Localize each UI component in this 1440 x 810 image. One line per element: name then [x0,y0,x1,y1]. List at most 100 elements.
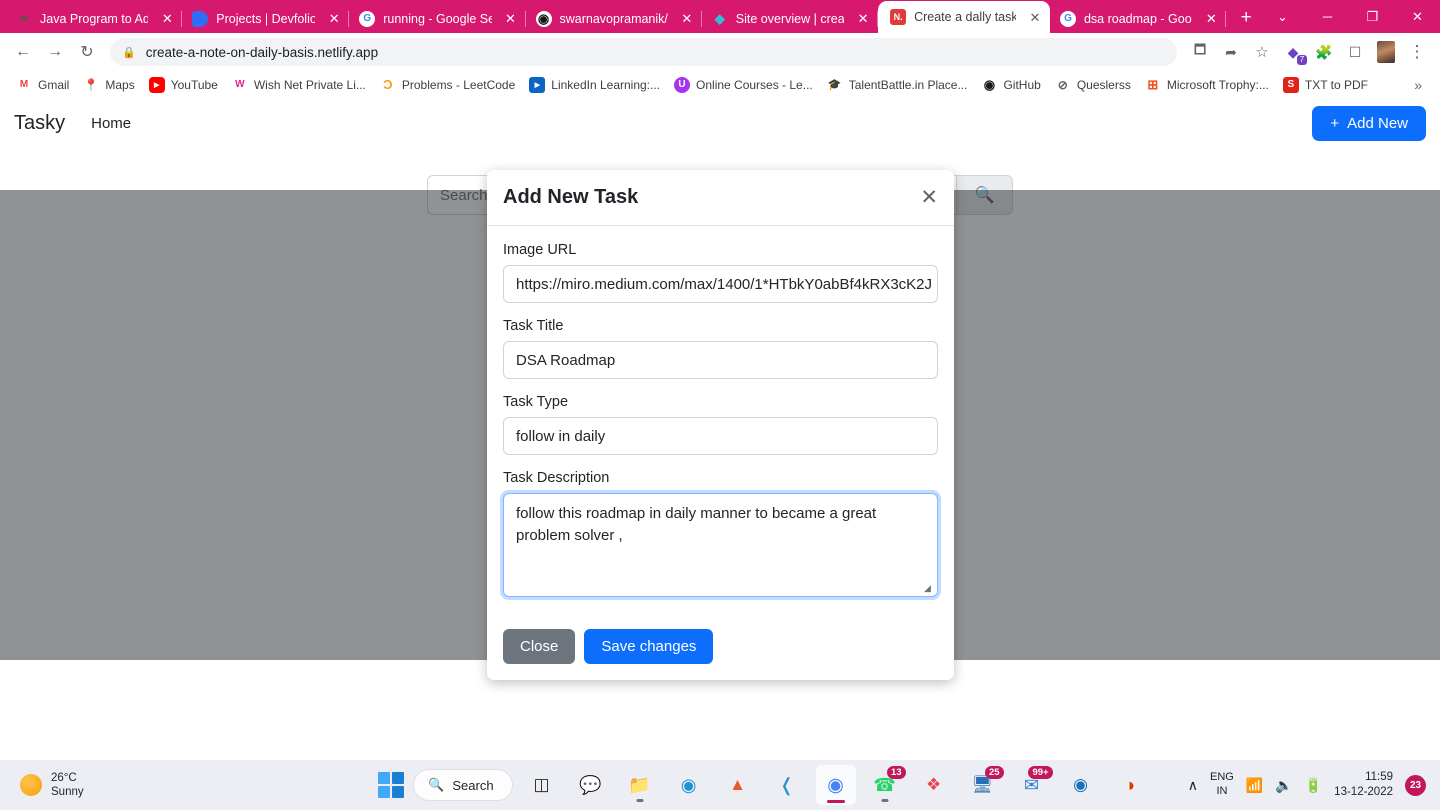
task-description-label: Task Description [503,470,610,486]
linkedin-learning-icon: ▶ [529,76,546,93]
bookmark-item[interactable]: ◉ GitHub [975,74,1046,96]
java-icon: ∞ [20,12,28,25]
bookmark-item[interactable]: Ɔ Problems - LeetCode [374,74,521,96]
vs-code-icon[interactable]: ❬ [767,765,807,805]
tab-close-icon[interactable]: ✕ [502,10,520,28]
whatsapp-icon[interactable]: ☎ 13 [865,765,906,805]
chat-teams-icon[interactable]: 💬 [571,765,611,805]
weather-temperature: 26°C [51,771,77,784]
microsoft-edge-icon[interactable]: ◉ [669,765,709,805]
browser-tab[interactable]: ◆ Site overview | create ✕ [702,4,879,33]
bookmarks-overflow-icon[interactable]: » [1406,77,1430,93]
maximize-button[interactable]: ❐ [1350,0,1395,33]
puzzle-icon[interactable]: 🧩 [1309,37,1339,67]
bookmark-label: Microsoft Trophy:... [1166,77,1269,92]
google-chrome-icon[interactable]: ◉ [815,765,856,805]
close-button[interactable]: Close [503,629,576,664]
bookmark-item[interactable]: U Online Courses - Le... [668,74,819,96]
resize-grip-icon[interactable]: ◢ [924,584,934,594]
window-controls: ⌄ ─ ❐ ✕ [1260,0,1440,33]
forward-icon[interactable]: → [40,37,70,67]
tab-close-icon[interactable]: ✕ [1202,10,1220,28]
office-icon[interactable]: ◑ [1110,765,1150,805]
bookmark-item[interactable]: S TXT to PDF [1277,74,1374,96]
tab-close-icon[interactable]: ✕ [158,10,176,28]
browser-tab[interactable]: Projects | Devfolio ✕ [182,4,350,33]
whatsapp-badge: 13 [887,766,906,779]
back-icon[interactable]: ← [8,37,38,67]
bookmark-item[interactable]: ⊘ Queslerss [1049,74,1137,96]
browser-tab[interactable]: G running - Google Sea ✕ [349,4,526,33]
bookmark-item[interactable]: 📍 Maps [77,74,140,96]
image-url-input[interactable]: https://miro.medium.com/max/1400/1*HTbkY… [503,265,938,303]
clock[interactable]: 11:59 13-12-2022 [1334,770,1393,800]
dell-badge: 25 [985,766,1004,779]
bookmark-item[interactable]: ▶ LinkedIn Learning:... [523,74,666,96]
mail-icon[interactable]: ✉ 99+ [1012,765,1053,805]
minimize-button[interactable]: ─ [1305,0,1350,33]
bookmark-label: LinkedIn Learning:... [551,77,661,92]
browser-toolbar: ← → ↻ 🔒 create-a-note-on-daily-basis.net… [0,33,1440,71]
system-tray: ∧ ENG IN 📶 🔈 🔋 11:59 13-12-2022 23 [1188,770,1440,800]
photo-app-icon[interactable]: ❖ [914,765,954,805]
add-new-button[interactable]: + Add New [1312,105,1426,141]
bookmark-item[interactable]: ⊞ Microsoft Trophy:... [1139,74,1275,96]
bookmark-label: GitHub [1003,77,1041,92]
share-icon[interactable]: ➦ [1216,37,1246,67]
youtube-icon: ▶ [148,76,165,93]
bookmark-item[interactable]: M Gmail [10,74,75,96]
task-title-input[interactable]: DSA Roadmap [503,341,938,379]
language-indicator[interactable]: ENG IN [1210,771,1234,799]
browser-menu-icon[interactable]: ⋮ [1402,37,1432,67]
close-window-button[interactable]: ✕ [1395,0,1440,33]
dell-app-icon[interactable]: ◉ [1061,765,1101,805]
wifi-icon[interactable]: 📶 [1246,777,1263,794]
windows-start-icon[interactable] [378,772,405,798]
address-bar[interactable]: 🔒 create-a-note-on-daily-basis.netlify.a… [110,38,1177,66]
translate-icon[interactable]: 🗖 [1185,37,1215,67]
close-icon[interactable]: ✕ [920,187,938,208]
task-description-textarea[interactable]: follow this roadmap in daily manner to b… [503,493,938,597]
smallpdf-icon: S [1282,76,1299,93]
weather-widget[interactable]: 26°C Sunny [0,771,340,800]
nav-link-home[interactable]: Home [91,115,131,132]
tab-search-icon[interactable]: ⌄ [1260,0,1305,33]
battery-charging-icon[interactable]: 🔋 [1305,777,1322,794]
task-description-text: follow this roadmap in daily manner to b… [516,505,877,544]
extension-badge-count: 7 [1297,55,1307,65]
reload-icon[interactable]: ↻ [72,37,102,67]
notification-badge[interactable]: 23 [1405,774,1426,796]
microsoft-icon: ⊞ [1144,76,1161,93]
tab-close-icon[interactable]: ✕ [1026,8,1044,26]
task-type-input[interactable]: follow in daily [503,417,938,455]
star-icon[interactable]: ☆ [1247,37,1277,67]
github-icon: ◉ [981,76,998,93]
bookmark-item[interactable]: 🎓 TalentBattle.in Place... [821,74,974,96]
dell-display-manager-icon[interactable]: 🖥 25 [963,765,1004,805]
browser-tab[interactable]: G dsa roadmap - Googl ✕ [1050,4,1227,33]
leetcode-icon: Ɔ [379,76,396,93]
bookmark-item[interactable]: ▶ YouTube [143,74,224,96]
brave-browser-icon[interactable]: ▲ [718,765,758,805]
tab-close-icon[interactable]: ✕ [678,10,696,28]
extension-diamond-icon[interactable]: ◆ 7 [1278,37,1308,67]
sidebar-icon[interactable]: ☐ [1340,37,1370,67]
browser-tab-active[interactable]: N. Create a dally task ✕ [878,1,1050,33]
browser-tab[interactable]: ◉ swarnavopramanik/ta ✕ [526,4,702,33]
lock-icon: 🔒 [122,46,136,59]
browser-tab[interactable]: ∞ Java Program to Add ✕ [6,4,183,33]
tab-close-icon[interactable]: ✕ [325,10,343,28]
windows-taskbar: 26°C Sunny 🔍 Search ◫ 💬 📁 ◉ ▲ ❬ ◉ ☎ 13 ❖ … [0,760,1440,810]
save-changes-button[interactable]: Save changes [584,629,714,664]
chevron-up-icon[interactable]: ∧ [1188,777,1198,794]
new-tab-button[interactable]: + [1232,3,1260,31]
bookmark-item[interactable]: W Wish Net Private Li... [226,74,372,96]
file-explorer-icon[interactable]: 📁 [620,765,660,805]
speaker-icon[interactable]: 🔈 [1275,777,1292,794]
modal-body: Image URL https://miro.medium.com/max/14… [487,226,954,615]
app-brand[interactable]: Tasky [14,112,65,135]
task-view-icon[interactable]: ◫ [522,765,562,805]
taskbar-search[interactable]: 🔍 Search [413,769,513,801]
tab-close-icon[interactable]: ✕ [854,10,872,28]
avatar[interactable] [1371,37,1401,67]
